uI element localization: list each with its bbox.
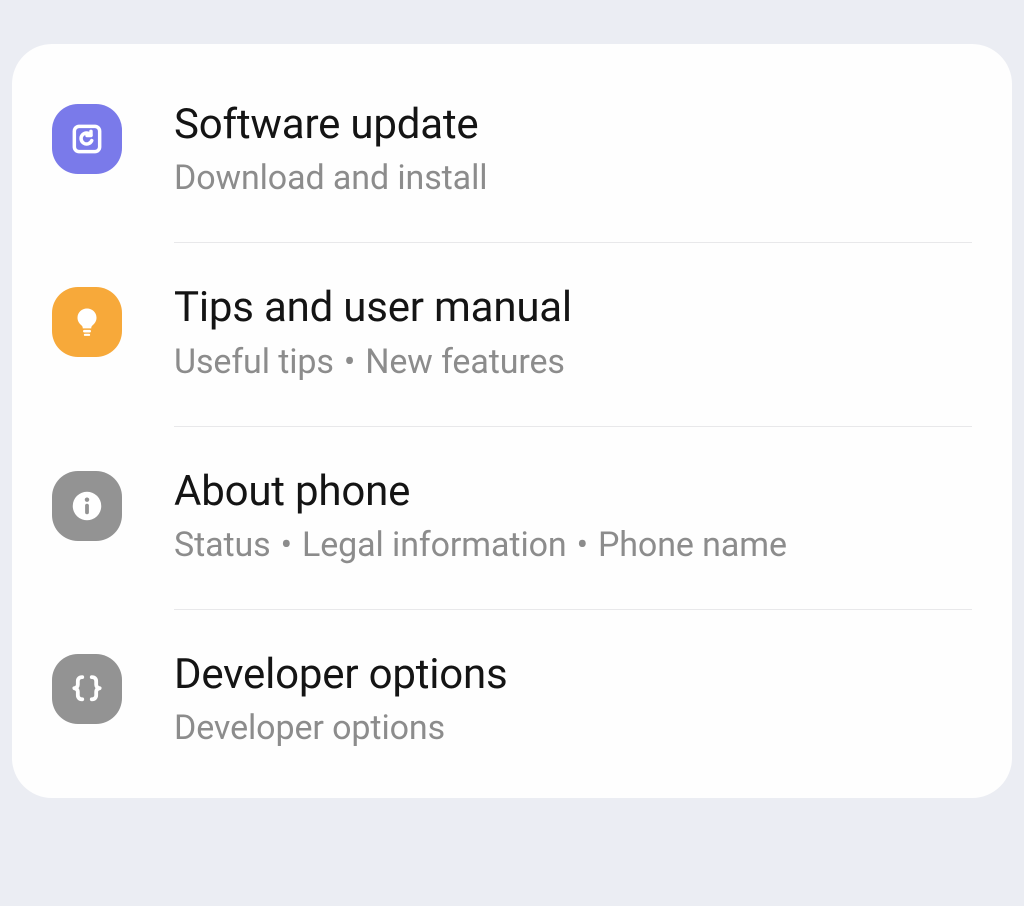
settings-card: Software update Download and install Tip… — [12, 44, 1012, 798]
about-phone-text: About phone Status•Legal information•Pho… — [174, 467, 972, 569]
subtitle-part: New features — [365, 342, 565, 382]
software-update-text: Software update Download and install — [174, 100, 972, 202]
subtitle-part: Status — [174, 525, 271, 565]
braces-icon — [52, 654, 122, 724]
tips-manual-text: Tips and user manual Useful tips•New fea… — [174, 283, 972, 385]
tips-manual-title: Tips and user manual — [174, 283, 972, 333]
separator-dot: • — [577, 525, 588, 565]
lightbulb-icon — [52, 287, 122, 357]
info-icon — [52, 471, 122, 541]
software-update-subtitle: Download and install — [174, 156, 972, 202]
subtitle-part: Phone name — [598, 525, 787, 565]
subtitle-part: Legal information — [302, 525, 567, 565]
about-phone-subtitle: Status•Legal information•Phone name — [174, 523, 972, 569]
software-update-title: Software update — [174, 100, 972, 150]
subtitle-part: Download and install — [174, 158, 487, 198]
about-phone-title: About phone — [174, 467, 972, 517]
separator-dot: • — [344, 342, 355, 382]
software-update-item[interactable]: Software update Download and install — [12, 74, 1012, 242]
subtitle-part: Useful tips — [174, 342, 334, 382]
separator-dot: • — [281, 525, 292, 565]
about-phone-item[interactable]: About phone Status•Legal information•Pho… — [12, 427, 1012, 609]
tips-manual-item[interactable]: Tips and user manual Useful tips•New fea… — [12, 243, 1012, 425]
developer-options-text: Developer options Developer options — [174, 650, 972, 752]
software-update-icon — [52, 104, 122, 174]
developer-options-title: Developer options — [174, 650, 972, 700]
developer-options-item[interactable]: Developer options Developer options — [12, 610, 1012, 778]
developer-options-subtitle: Developer options — [174, 706, 972, 752]
subtitle-part: Developer options — [174, 708, 445, 748]
tips-manual-subtitle: Useful tips•New features — [174, 340, 972, 386]
